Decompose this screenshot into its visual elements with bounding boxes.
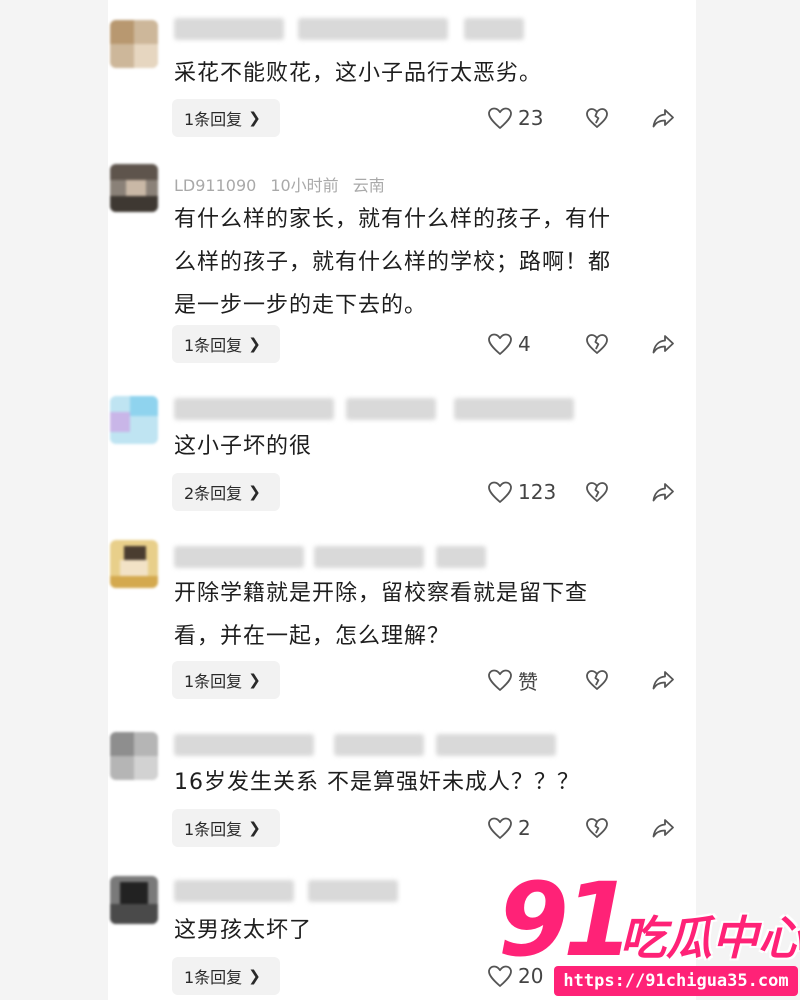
like-count: 2 xyxy=(518,816,531,840)
meta-blurred xyxy=(334,734,424,756)
share-arrow-icon[interactable] xyxy=(650,479,676,505)
comment-actions: 4 xyxy=(108,325,696,363)
location: 云南 xyxy=(352,176,385,195)
like-button[interactable]: 4 xyxy=(486,325,531,363)
heart-outline-icon xyxy=(488,481,512,503)
meta-blurred xyxy=(464,18,524,40)
username[interactable]: LD911090 xyxy=(174,176,256,195)
username-blurred xyxy=(174,398,334,420)
like-count: 赞 xyxy=(518,669,538,694)
broken-heart-icon[interactable] xyxy=(584,479,610,505)
watermark-number: 91 xyxy=(498,861,634,980)
comment-actions: 123 xyxy=(108,473,696,511)
username-blurred xyxy=(174,880,294,902)
comment-list: 采花不能败花，这小子品行太恶劣。 1条回复 ❯ 23 LD911090 10小时前… xyxy=(108,0,696,1000)
broken-heart-icon[interactable] xyxy=(584,815,610,841)
share-arrow-icon[interactable] xyxy=(650,667,676,693)
like-button[interactable]: 2 xyxy=(486,809,531,847)
meta-blurred xyxy=(308,880,398,902)
heart-outline-icon xyxy=(488,107,512,129)
watermark-brand: 吃瓜中心 xyxy=(620,911,800,965)
heart-outline-icon xyxy=(488,817,512,839)
timestamp: 10小时前 xyxy=(270,176,339,195)
comment-meta: LD911090 10小时前 云南 xyxy=(174,172,399,195)
comment-text: 开除学籍就是开除，留校察看就是留下查 看，并在一起，怎么理解？ xyxy=(174,581,589,649)
comment-text: 16岁发生关系 不是算强奸未成人？？？ xyxy=(174,770,580,795)
comment-text: 采花不能败花，这小子品行太恶劣。 xyxy=(174,61,543,86)
avatar[interactable] xyxy=(110,876,158,924)
broken-heart-icon[interactable] xyxy=(584,667,610,693)
comment-actions: 2 xyxy=(108,809,696,847)
avatar[interactable] xyxy=(110,540,158,588)
heart-outline-icon xyxy=(488,333,512,355)
like-button[interactable]: 123 xyxy=(486,473,556,511)
share-arrow-icon[interactable] xyxy=(650,331,676,357)
meta-blurred xyxy=(436,734,556,756)
watermark-url: https://91chigua35.com xyxy=(554,966,798,996)
like-count: 23 xyxy=(518,106,544,130)
like-button[interactable]: 23 xyxy=(486,99,543,137)
comment-text: 有什么样的家长，就有什么样的孩子，有什 么样的孩子，就有什么样的学校；路啊！都 … xyxy=(174,207,612,318)
username-blurred xyxy=(174,18,284,40)
meta-blurred xyxy=(298,18,448,40)
comment-actions: 赞 xyxy=(108,661,696,699)
meta-blurred xyxy=(346,398,436,420)
meta-blurred xyxy=(436,546,486,568)
comment-text: 这小子坏的很 xyxy=(174,434,313,459)
comment-actions: 23 xyxy=(108,99,696,137)
watermark-logo: 91 吃瓜中心 https://91chigua35.com xyxy=(496,866,800,1000)
like-count: 123 xyxy=(518,480,557,504)
username-blurred xyxy=(174,734,314,756)
broken-heart-icon[interactable] xyxy=(584,105,610,131)
like-button[interactable]: 赞 xyxy=(486,661,538,699)
username-blurred xyxy=(174,546,304,568)
meta-blurred xyxy=(314,546,424,568)
heart-outline-icon xyxy=(488,669,512,691)
avatar[interactable] xyxy=(110,164,158,212)
share-arrow-icon[interactable] xyxy=(650,105,676,131)
meta-blurred xyxy=(454,398,574,420)
avatar[interactable] xyxy=(110,20,158,68)
broken-heart-icon[interactable] xyxy=(584,331,610,357)
share-arrow-icon[interactable] xyxy=(650,815,676,841)
like-count: 4 xyxy=(518,332,531,356)
avatar[interactable] xyxy=(110,396,158,444)
avatar[interactable] xyxy=(110,732,158,780)
